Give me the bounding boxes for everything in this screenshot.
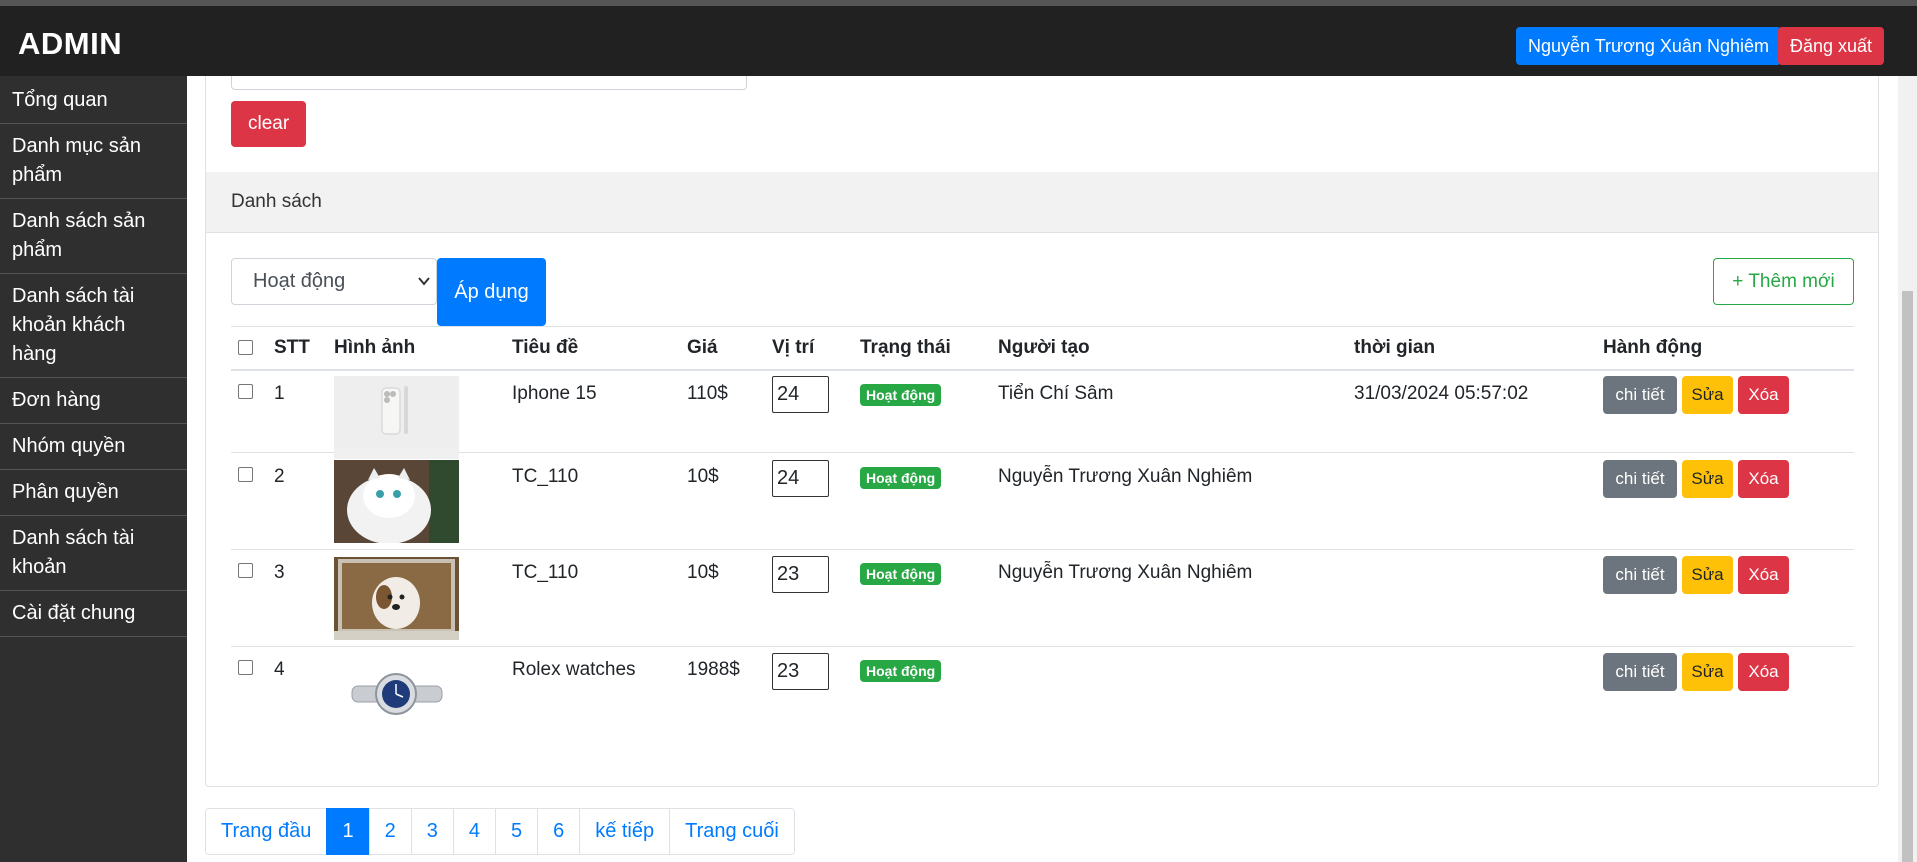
row-title: Iphone 15 [512, 383, 597, 404]
chevron-down-icon [418, 259, 430, 322]
header-price: Giá [687, 337, 718, 358]
row-price: 110$ [687, 383, 728, 404]
detail-button[interactable]: chi tiết [1603, 653, 1677, 691]
row-checkbox[interactable] [238, 467, 253, 482]
row-checkbox[interactable] [238, 660, 253, 675]
sidebar-item-categories[interactable]: Danh mục sản phẩm [0, 124, 187, 199]
page-link-3[interactable]: 3 [410, 808, 454, 855]
user-profile-button-overlay[interactable]: Nguyễn Trương Xuân Nghiêm [1516, 27, 1781, 65]
row-time: 31/03/2024 05:57:02 [1354, 383, 1529, 404]
status-badge[interactable]: Hoạt động [860, 660, 942, 682]
status-badge[interactable]: Hoạt động [860, 467, 942, 489]
sidebar-item-permissions[interactable]: Phân quyền [0, 470, 187, 516]
page-link-4[interactable]: 4 [452, 808, 496, 855]
clear-button[interactable]: clear [231, 101, 307, 147]
edit-button[interactable]: Sửa [1682, 653, 1733, 691]
sidebar-item-roles[interactable]: Nhóm quyền [0, 424, 187, 470]
table-row: 2 TC_110 10$ 24 Hoạt động Nguyễn Trương … [231, 454, 1854, 550]
page-next-link[interactable]: kế tiếp [579, 808, 671, 855]
row-stt: 1 [274, 383, 285, 404]
row-creator: Nguyễn Trương Xuân Nghiêm [998, 466, 1253, 487]
position-input[interactable]: 23 [772, 556, 829, 593]
row-stt: 3 [274, 562, 285, 583]
sidebar-item-settings[interactable]: Cài đặt chung [0, 591, 187, 637]
sidebar: Tổng quan Danh mục sản phẩm Danh sách sả… [0, 76, 187, 862]
table-row: 4 Rolex watches 1988$ 23 Hoạt động chi t… [231, 648, 1854, 738]
section-title: Danh sách [231, 191, 322, 212]
sidebar-item-customer-accounts[interactable]: Danh sách tài khoản khách hàng [0, 274, 187, 378]
logout-button-overlay[interactable]: Đăng xuất [1778, 27, 1885, 65]
iphone-image [334, 376, 459, 459]
rolex-watch-image [334, 653, 459, 736]
row-creator: Tiển Chí Sâm [998, 383, 1114, 404]
select-all-checkbox[interactable] [238, 340, 253, 355]
header-status: Trạng thái [860, 337, 951, 358]
status-badge[interactable]: Hoạt động [860, 384, 942, 406]
row-checkbox[interactable] [238, 384, 253, 399]
row-stt: 4 [274, 659, 285, 680]
page-last-link[interactable]: Trang cuối [669, 808, 795, 855]
row-price: 1988$ [687, 659, 740, 680]
page-link-6[interactable]: 6 [537, 808, 581, 855]
delete-button[interactable]: Xóa [1738, 460, 1789, 498]
delete-button[interactable]: Xóa [1738, 376, 1789, 414]
status-select[interactable]: Hoạt động [231, 258, 437, 305]
brand-logo-text[interactable]: ADMIN [18, 26, 122, 62]
row-price: 10$ [687, 562, 719, 583]
detail-button[interactable]: chi tiết [1603, 460, 1677, 498]
header-actions: Hành động [1603, 337, 1703, 358]
position-input[interactable]: 24 [772, 460, 829, 497]
delete-button[interactable]: Xóa [1738, 556, 1789, 594]
top-navbar-overlay: ADMIN Nguyễn Trương Xuân Nghiêm Đăng xuấ… [0, 6, 1917, 76]
row-creator: Nguyễn Trương Xuân Nghiêm [998, 562, 1253, 583]
table-row: 3 TC_110 10$ 23 Hoạt động Nguyễn Trương … [231, 551, 1854, 647]
edit-button[interactable]: Sửa [1682, 556, 1733, 594]
vertical-scrollbar[interactable] [1898, 76, 1917, 862]
detail-button[interactable]: chi tiết [1603, 376, 1677, 414]
detail-button[interactable]: chi tiết [1603, 556, 1677, 594]
table-header-top-border [231, 326, 1854, 327]
sidebar-item-overview[interactable]: Tổng quan [0, 76, 187, 124]
apply-button[interactable]: Áp dụng [437, 258, 546, 326]
row-stt: 2 [274, 466, 285, 487]
row-title: TC_110 [512, 562, 579, 583]
status-select-value: Hoạt động [253, 270, 346, 292]
list-section-header: Danh sách [206, 172, 1878, 233]
page-link-5[interactable]: 5 [494, 808, 539, 855]
edit-button[interactable]: Sửa [1682, 376, 1733, 414]
header-stt: STT [274, 337, 310, 358]
white-cat-image [334, 460, 459, 543]
position-input[interactable]: 24 [772, 376, 829, 413]
header-image: Hình ảnh [334, 337, 416, 358]
header-title: Tiêu đề [512, 337, 579, 358]
status-badge[interactable]: Hoạt động [860, 563, 942, 585]
row-title: Rolex watches [512, 659, 636, 680]
pagination: Trang đầu 1 2 3 4 5 6 kế tiếp Trang cuối [205, 808, 795, 855]
add-new-button[interactable]: + Thêm mới [1713, 258, 1854, 305]
table-row: 1 Iphone 15 110$ 24 Hoạt động Tiển Chí S… [231, 371, 1854, 459]
scrollbar-thumb[interactable] [1902, 291, 1913, 862]
row-price: 10$ [687, 466, 719, 487]
edit-button[interactable]: Sửa [1682, 460, 1733, 498]
header-time: thời gian [1354, 337, 1436, 358]
row-checkbox[interactable] [238, 563, 253, 578]
delete-button[interactable]: Xóa [1738, 653, 1789, 691]
page-link-2[interactable]: 2 [368, 808, 412, 855]
page-first-link[interactable]: Trang đầu [205, 808, 328, 855]
row-title: TC_110 [512, 466, 579, 487]
page-link-1[interactable]: 1 [326, 808, 370, 855]
sidebar-item-accounts[interactable]: Danh sách tài khoản [0, 516, 187, 591]
position-input[interactable]: 23 [772, 653, 829, 690]
header-position: Vị trí [772, 337, 815, 358]
header-creator: Người tạo [998, 337, 1090, 358]
dog-window-image [334, 557, 459, 640]
sidebar-item-products[interactable]: Danh sách sản phẩm [0, 199, 187, 274]
sidebar-item-orders[interactable]: Đơn hàng [0, 378, 187, 424]
